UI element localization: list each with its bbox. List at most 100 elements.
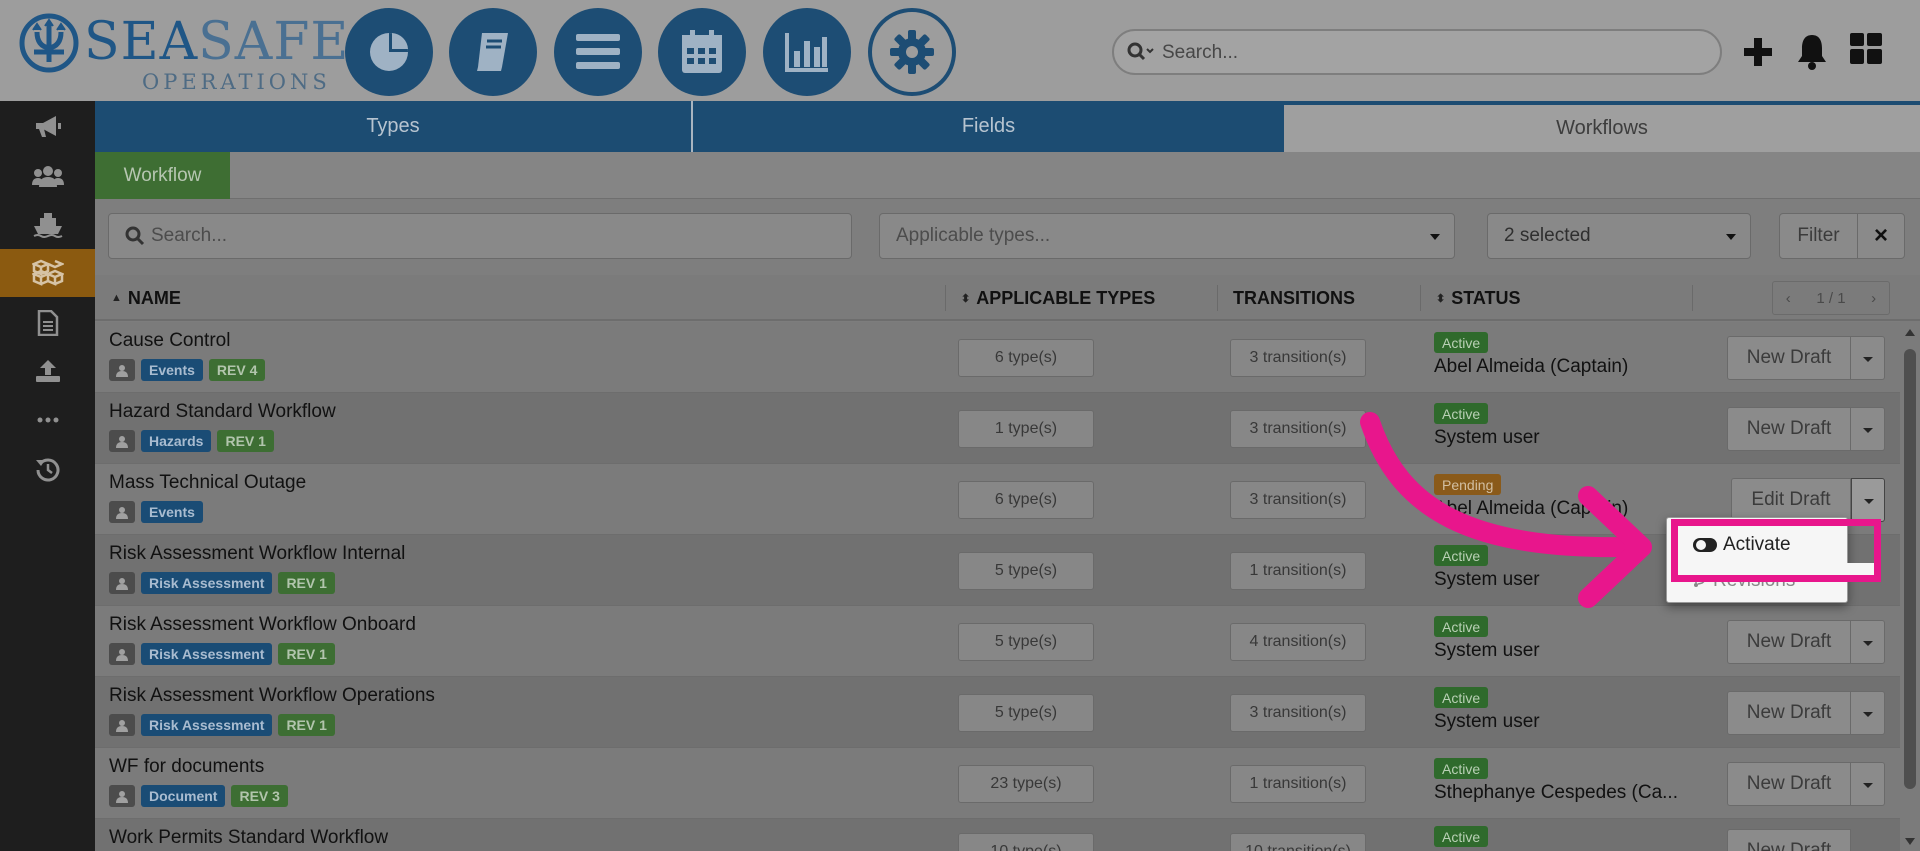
- scroll-thumb[interactable]: [1904, 349, 1916, 789]
- transitions-button[interactable]: 4 transition(s): [1230, 623, 1366, 661]
- table-search-field[interactable]: Search...: [108, 213, 852, 259]
- scroll-down-arrow[interactable]: [1905, 838, 1915, 845]
- applicable-types-button[interactable]: 5 type(s): [958, 623, 1094, 661]
- new-draft-button[interactable]: New Draft: [1727, 407, 1851, 451]
- ship-icon: [33, 213, 62, 238]
- table-row[interactable]: WF for documents Document REV 3 23 type(…: [95, 748, 1900, 819]
- workflow-name[interactable]: Mass Technical Outage: [109, 472, 306, 494]
- nav-reports-button[interactable]: [763, 8, 851, 96]
- transitions-button[interactable]: 3 transition(s): [1230, 339, 1366, 377]
- table-header: ▲ NAME ⬍ APPLICABLE TYPES TRANSITIONS ⬍ STA…: [95, 275, 1920, 321]
- transitions-button[interactable]: 10 transition(s): [1230, 833, 1366, 851]
- tab-workflows[interactable]: Workflows: [1284, 101, 1920, 152]
- nav-calendar-button[interactable]: [658, 8, 746, 96]
- applicable-types-select[interactable]: Applicable types...: [879, 213, 1455, 259]
- workflow-name[interactable]: Risk Assessment Workflow Onboard: [109, 614, 416, 636]
- sidebar-item-users[interactable]: [0, 152, 95, 200]
- sidebar-item-documents[interactable]: [0, 299, 95, 347]
- sidebar-item-more[interactable]: [0, 396, 95, 444]
- row-actions-dropdown[interactable]: [1851, 336, 1885, 380]
- logo[interactable]: SEASAFE OPERATIONS: [18, 12, 348, 94]
- book-icon: [477, 33, 508, 71]
- chevron-down-icon: [1430, 234, 1440, 240]
- column-header-applicable-types[interactable]: ⬍ APPLICABLE TYPES: [961, 275, 1155, 321]
- workflow-name[interactable]: Work Permits Standard Workflow: [109, 827, 388, 849]
- next-page-button[interactable]: ›: [1871, 290, 1876, 307]
- row-actions-dropdown[interactable]: [1851, 407, 1885, 451]
- prev-page-button[interactable]: ‹: [1786, 290, 1791, 307]
- revision-tag: REV 4: [208, 359, 266, 381]
- applicable-types-button[interactable]: 10 type(s): [958, 833, 1094, 851]
- workflow-name[interactable]: Risk Assessment Workflow Internal: [109, 543, 405, 565]
- transitions-button[interactable]: 3 transition(s): [1230, 694, 1366, 732]
- table-scrollbar[interactable]: [1900, 321, 1920, 851]
- type-tag: Risk Assessment: [141, 643, 273, 665]
- new-draft-button[interactable]: New Draft: [1727, 336, 1851, 380]
- sidebar-item-announcements[interactable]: [0, 103, 95, 151]
- workflow-name[interactable]: Cause Control: [109, 330, 230, 352]
- filter-bar: Search... Applicable types... 2 selected…: [95, 199, 1920, 275]
- subtab-bar: Workflow: [95, 152, 1920, 199]
- workflow-tags: Events REV 4: [109, 359, 266, 381]
- edit-draft-button[interactable]: Edit Draft: [1731, 478, 1851, 522]
- applicable-types-button[interactable]: 5 type(s): [958, 552, 1094, 590]
- user-icon: [109, 572, 135, 594]
- table-row[interactable]: Risk Assessment Workflow Operations Risk…: [95, 677, 1900, 748]
- workflow-name[interactable]: WF for documents: [109, 756, 264, 778]
- row-actions-dropdown[interactable]: [1851, 478, 1885, 522]
- workflow-tags: Events: [109, 501, 203, 523]
- sidebar-item-upload[interactable]: [0, 347, 95, 395]
- bar-chart-icon: [785, 33, 828, 72]
- tab-fields[interactable]: Fields: [693, 101, 1284, 152]
- tab-types-label: Types: [366, 115, 420, 137]
- workflow-tags: Risk Assessment REV 1: [109, 572, 335, 594]
- applicable-types-button[interactable]: 23 type(s): [958, 765, 1094, 803]
- workflow-name[interactable]: Hazard Standard Workflow: [109, 401, 336, 423]
- workflow-name[interactable]: Risk Assessment Workflow Operations: [109, 685, 435, 707]
- applicable-types-button[interactable]: 1 type(s): [958, 410, 1094, 448]
- tab-types[interactable]: Types: [95, 101, 691, 152]
- sidebar-item-history[interactable]: [0, 445, 95, 493]
- table-row[interactable]: Cause Control Events REV 4 6 type(s) 3 t…: [95, 322, 1900, 393]
- column-divider: [1420, 285, 1421, 311]
- subtab-workflow[interactable]: Workflow: [95, 152, 230, 199]
- transitions-button[interactable]: 1 transition(s): [1230, 765, 1366, 803]
- table-row[interactable]: Risk Assessment Workflow Onboard Risk As…: [95, 606, 1900, 677]
- status-badge: Active: [1434, 616, 1489, 637]
- nav-menu-button[interactable]: [554, 8, 642, 96]
- applicable-types-button[interactable]: 6 type(s): [958, 481, 1094, 519]
- filter-button[interactable]: Filter: [1779, 213, 1858, 259]
- row-actions-dropdown[interactable]: [1851, 762, 1885, 806]
- new-draft-button[interactable]: New Draft: [1727, 829, 1851, 851]
- grid-icon[interactable]: [1850, 33, 1882, 65]
- row-actions-dropdown[interactable]: [1851, 620, 1885, 664]
- global-search-input[interactable]: [1162, 39, 1682, 67]
- table-row[interactable]: Work Permits Standard Workflow 10 type(s…: [95, 819, 1900, 851]
- clear-filter-button[interactable]: ×: [1857, 213, 1905, 259]
- new-draft-button[interactable]: New Draft: [1727, 691, 1851, 735]
- nav-settings-button[interactable]: [868, 8, 956, 96]
- applicable-types-button[interactable]: 6 type(s): [958, 339, 1094, 377]
- scroll-up-arrow[interactable]: [1905, 329, 1915, 336]
- logo-subtitle: OPERATIONS: [142, 70, 331, 94]
- new-draft-button[interactable]: New Draft: [1727, 620, 1851, 664]
- plus-icon[interactable]: [1744, 32, 1772, 68]
- applicable-types-button[interactable]: 5 type(s): [958, 694, 1094, 732]
- nav-dashboard-button[interactable]: [345, 8, 433, 96]
- highlight-mask: [1678, 563, 1874, 575]
- column-header-name[interactable]: ▲ NAME: [111, 275, 181, 321]
- workflow-tags: Document REV 3: [109, 785, 288, 807]
- new-draft-button[interactable]: New Draft: [1727, 762, 1851, 806]
- global-search[interactable]: [1112, 29, 1722, 75]
- search-icon: [1127, 42, 1154, 61]
- sidebar-item-modules[interactable]: [0, 249, 95, 297]
- history-icon: [35, 458, 59, 482]
- sort-icon: ⬍: [1436, 292, 1446, 305]
- sidebar-item-vessels[interactable]: [0, 201, 95, 249]
- bell-icon[interactable]: [1796, 32, 1828, 70]
- column-header-status[interactable]: ⬍ STATUS: [1436, 275, 1521, 321]
- status-select[interactable]: 2 selected: [1487, 213, 1751, 259]
- type-tag: Hazards: [141, 430, 212, 452]
- nav-book-button[interactable]: [449, 8, 537, 96]
- row-actions-dropdown[interactable]: [1851, 691, 1885, 735]
